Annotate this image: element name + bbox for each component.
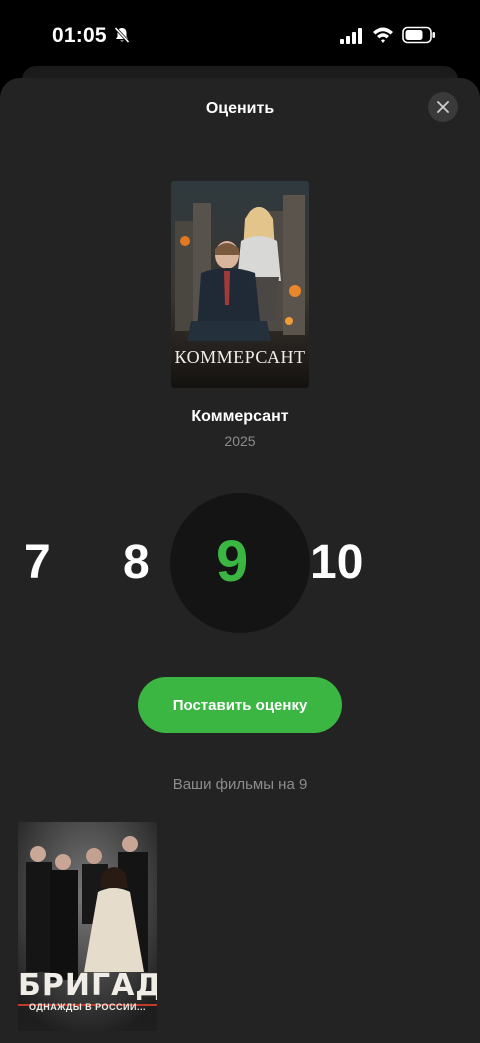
your-films-heading: Ваши фильмы на 9 xyxy=(172,776,308,793)
rating-option-10[interactable]: 10 xyxy=(310,535,363,591)
rating-picker[interactable]: 7 8 9 10 xyxy=(0,493,480,633)
movie-title: Коммерсант xyxy=(191,408,289,425)
close-button[interactable] xyxy=(428,92,458,122)
wifi-icon xyxy=(373,27,393,43)
status-bar: 01:05 xyxy=(0,0,480,70)
rating-option-7[interactable]: 7 xyxy=(24,535,51,591)
rating-option-9-selected[interactable]: 9 xyxy=(216,529,248,595)
status-time: 01:05 xyxy=(52,24,107,47)
poster-title: КОММЕРСАНТ xyxy=(174,347,306,367)
rating-sheet: Оценить КОММЕРСАНТ Коммерсант 2025 7 8 9… xyxy=(0,78,480,1043)
submit-rating-button[interactable]: Поставить оценку xyxy=(138,677,342,733)
bell-muted-icon xyxy=(114,26,130,44)
rating-option-8[interactable]: 8 xyxy=(123,535,150,591)
movie-year: 2025 xyxy=(224,433,256,449)
film-poster-subtitle: ОДНАЖДЫ В РОССИИ... xyxy=(29,1002,146,1012)
film-card[interactable]: БРИГАДА ОДНАЖДЫ В РОССИИ... xyxy=(18,822,157,1031)
movie-poster: КОММЕРСАНТ xyxy=(171,181,309,388)
sheet-title: Оценить xyxy=(205,100,275,117)
film-poster-title: БРИГАДА xyxy=(18,968,157,1003)
signal-icon xyxy=(340,28,362,44)
battery-icon xyxy=(402,26,435,44)
close-icon xyxy=(437,101,449,113)
